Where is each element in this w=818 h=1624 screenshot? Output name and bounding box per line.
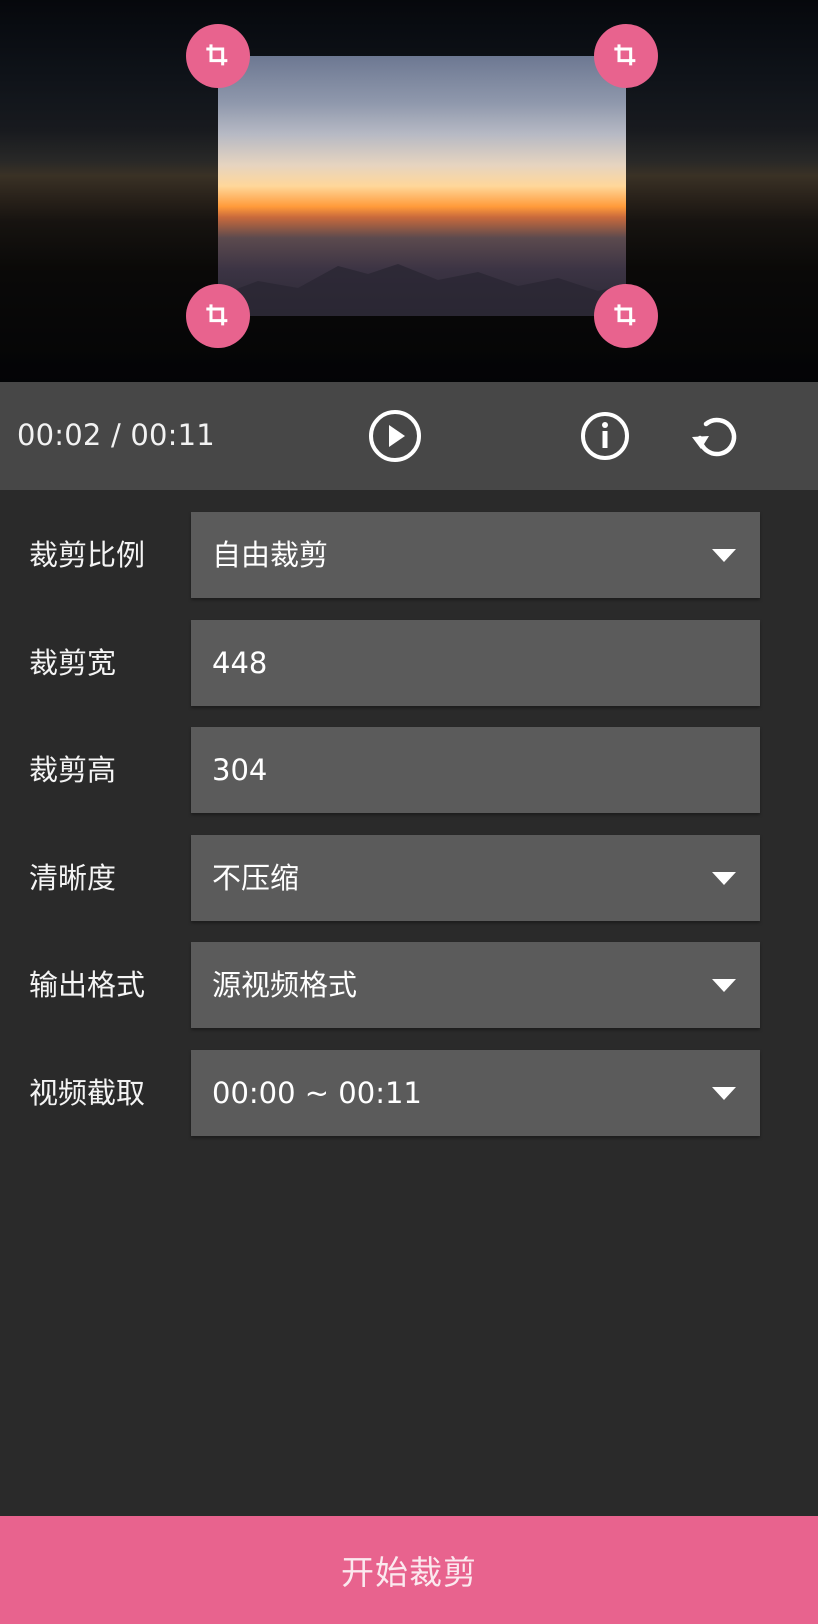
crop-height-input[interactable]: 304 [191, 727, 760, 813]
info-circle-icon [581, 412, 629, 460]
crop-icon [614, 304, 636, 326]
video-crop-screen: 00:02 / 00:11 裁剪比例 自由裁剪 裁剪宽 448 裁剪高 304 … [0, 0, 818, 1624]
crop-icon [206, 44, 228, 66]
output-format-select[interactable]: 源视频格式 [191, 942, 760, 1028]
video-clip-select[interactable]: 00:00 ~ 00:11 [191, 1050, 760, 1136]
crop-height-label: 裁剪高 [29, 753, 117, 787]
info-button[interactable] [575, 406, 635, 466]
crop-ratio-label: 裁剪比例 [29, 538, 146, 572]
rotate-reset-icon [692, 417, 737, 457]
reset-button[interactable] [685, 406, 745, 466]
crop-height-value: 304 [212, 753, 268, 787]
video-clip-value: 00:00 ~ 00:11 [212, 1076, 422, 1110]
quality-select[interactable]: 不压缩 [191, 835, 760, 921]
start-crop-button[interactable]: 开始裁剪 [0, 1516, 818, 1624]
crop-handle-bottom-right[interactable] [594, 284, 658, 348]
row-crop-height: 裁剪高 304 [0, 727, 818, 813]
caret-down-icon [712, 1087, 736, 1100]
playback-control-bar: 00:02 / 00:11 [0, 382, 818, 490]
start-crop-label: 开始裁剪 [341, 1553, 477, 1592]
crop-icon [206, 304, 228, 326]
crop-width-value: 448 [212, 646, 268, 680]
caret-down-icon [712, 979, 736, 992]
row-crop-ratio: 裁剪比例 自由裁剪 [0, 512, 818, 598]
output-format-label: 输出格式 [29, 968, 146, 1002]
row-quality: 清晰度 不压缩 [0, 835, 818, 921]
quality-value: 不压缩 [212, 861, 300, 895]
crop-ratio-value: 自由裁剪 [212, 538, 329, 572]
video-clip-label: 视频截取 [29, 1076, 146, 1110]
video-preview [0, 0, 818, 382]
playback-time: 00:02 / 00:11 [17, 418, 215, 452]
crop-width-label: 裁剪宽 [29, 646, 117, 680]
play-button[interactable] [365, 406, 425, 466]
row-output-format: 输出格式 源视频格式 [0, 942, 818, 1028]
row-crop-width: 裁剪宽 448 [0, 620, 818, 706]
crop-icon [614, 44, 636, 66]
output-format-value: 源视频格式 [212, 968, 358, 1002]
play-circle-icon [369, 410, 421, 462]
quality-label: 清晰度 [29, 861, 117, 895]
caret-down-icon [712, 549, 736, 562]
crop-ratio-select[interactable]: 自由裁剪 [191, 512, 760, 598]
crop-handle-top-right[interactable] [594, 24, 658, 88]
row-video-clip: 视频截取 00:00 ~ 00:11 [0, 1050, 818, 1136]
crop-width-input[interactable]: 448 [191, 620, 760, 706]
crop-selection-area[interactable] [218, 56, 626, 316]
crop-handle-bottom-left[interactable] [186, 284, 250, 348]
video-frame-mountains [218, 264, 626, 316]
caret-down-icon [712, 872, 736, 885]
crop-handle-top-left[interactable] [186, 24, 250, 88]
